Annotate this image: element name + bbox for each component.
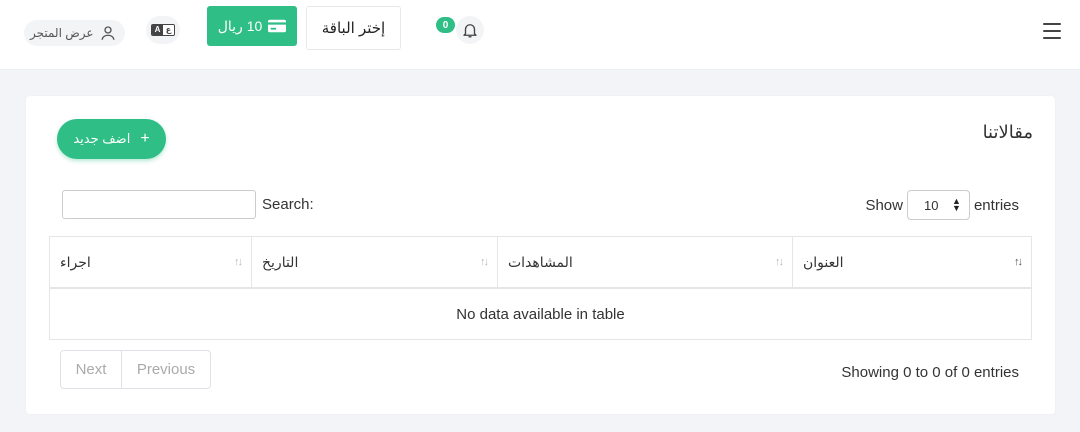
page-length-select[interactable]: 10 ▲ ▼ (906, 190, 970, 220)
search-control: Search: (62, 190, 314, 219)
empty-table-message: No data available in table (456, 305, 625, 323)
next-page-button[interactable]: Next (61, 351, 122, 388)
page-length-control: Show 10 ▲ ▼ entries (865, 190, 1019, 220)
add-new-label: اضف جديد (73, 131, 131, 146)
balance-button[interactable]: 10 ريال (207, 6, 297, 46)
sort-icon: ↑↓ (234, 256, 243, 268)
translate-icon: A ع (151, 24, 175, 36)
column-header-actions[interactable]: ↑↓ اجراء (50, 237, 251, 287)
choose-plan-button[interactable]: إختر الباقة (306, 6, 401, 50)
balance-label: 10 ريال (217, 17, 263, 34)
sort-icon: ↑↓ (775, 256, 784, 268)
sort-icon: ↑↓ (480, 256, 489, 268)
articles-card: مقالاتنا + اضف جديد Show 10 ▲ ▼ entries S… (26, 96, 1055, 414)
view-store-link[interactable]: عرض المتجر (24, 20, 125, 46)
previous-page-button[interactable]: Previous (122, 351, 210, 388)
choose-plan-label: إختر الباقة (321, 20, 386, 37)
pagination: Next Previous (60, 350, 211, 389)
add-new-button[interactable]: + اضف جديد (57, 119, 166, 159)
language-switch-button[interactable]: A ع (146, 16, 180, 44)
table-header: ↑↓ العنوان ↑↓ المشاهدات ↑↓ التاريخ ↑↓ اج… (50, 237, 1031, 289)
column-header-title[interactable]: ↑↓ العنوان (792, 237, 1031, 287)
notification-count-badge: 0 (436, 17, 455, 33)
bell-icon (463, 24, 477, 38)
column-header-date[interactable]: ↑↓ التاريخ (251, 237, 497, 287)
articles-table: ↑↓ العنوان ↑↓ المشاهدات ↑↓ التاريخ ↑↓ اج… (49, 236, 1032, 340)
table-info: Showing 0 to 0 of 0 entries (841, 364, 1019, 381)
show-label: Show (865, 196, 903, 214)
column-header-views[interactable]: ↑↓ المشاهدات (497, 237, 792, 287)
sort-asc-icon: ↑↓ (1014, 256, 1023, 268)
top-navbar: عرض المتجر A ع 10 ريال إختر الباقة 0 (0, 0, 1080, 70)
search-label: Search: (262, 196, 314, 213)
credit-card-icon (268, 19, 287, 33)
search-input[interactable] (62, 190, 256, 219)
page-length-value: 10 (923, 197, 939, 213)
user-icon (100, 26, 115, 40)
notifications-button[interactable] (456, 16, 484, 44)
plus-icon: + (140, 130, 150, 147)
entries-label: entries (973, 196, 1019, 214)
select-arrows-icon: ▲ ▼ (952, 196, 961, 213)
page-title: مقالاتنا (982, 122, 1033, 142)
hamburger-menu-icon[interactable] (1043, 23, 1061, 39)
view-store-label: عرض المتجر (30, 26, 94, 40)
